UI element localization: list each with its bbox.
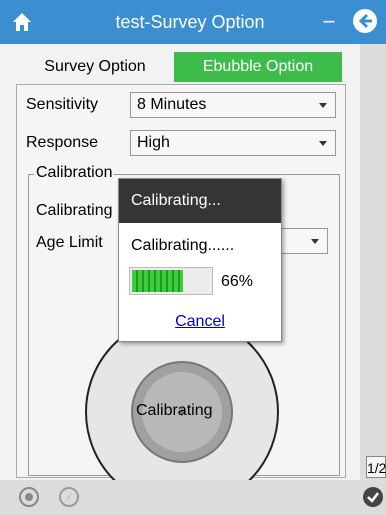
calibrating-label: Calibrating <box>36 202 113 219</box>
progress-fill <box>132 270 183 292</box>
dialog-title: Calibrating... <box>119 179 281 223</box>
page-indicator[interactable]: 1/2 <box>366 456 386 478</box>
home-icon[interactable] <box>10 10 34 34</box>
title-bar: test-Survey Option − <box>0 0 386 44</box>
tab-survey-option[interactable]: Survey Option <box>20 52 170 82</box>
calibrating-dialog: Calibrating... Calibrating...... 66% Can… <box>118 178 282 342</box>
compass-icon[interactable] <box>58 486 80 508</box>
bottom-bar <box>0 480 386 515</box>
tab-bar: Survey Option Ebubble Option <box>0 52 360 82</box>
calibration-group-title: Calibration <box>34 164 115 182</box>
bubble-label: Calibrating <box>136 402 213 419</box>
checkmark-circle-icon[interactable] <box>362 486 384 508</box>
scroll-area <box>360 44 386 480</box>
chevron-down-icon <box>319 141 327 146</box>
target-icon[interactable] <box>18 486 40 508</box>
dialog-message: Calibrating...... <box>131 237 235 254</box>
cancel-link[interactable]: Cancel <box>119 313 281 331</box>
sensitivity-value: 8 Minutes <box>137 96 207 113</box>
age-limit-label: Age Limit <box>36 234 103 251</box>
progress-bar <box>129 267 213 295</box>
minimize-icon[interactable]: − <box>318 10 340 34</box>
sensitivity-label: Sensitivity <box>26 96 99 113</box>
chevron-down-icon <box>311 239 319 244</box>
response-label: Response <box>26 134 99 151</box>
back-arrow-icon[interactable] <box>352 8 378 34</box>
sensitivity-select[interactable]: 8 Minutes <box>130 92 336 118</box>
chevron-down-icon <box>319 103 327 108</box>
window-title: test-Survey Option <box>115 12 265 32</box>
tab-ebubble-option[interactable]: Ebubble Option <box>174 52 342 82</box>
response-value: High <box>137 134 170 151</box>
progress-percent: 66% <box>221 273 254 290</box>
response-select[interactable]: High <box>130 130 336 156</box>
